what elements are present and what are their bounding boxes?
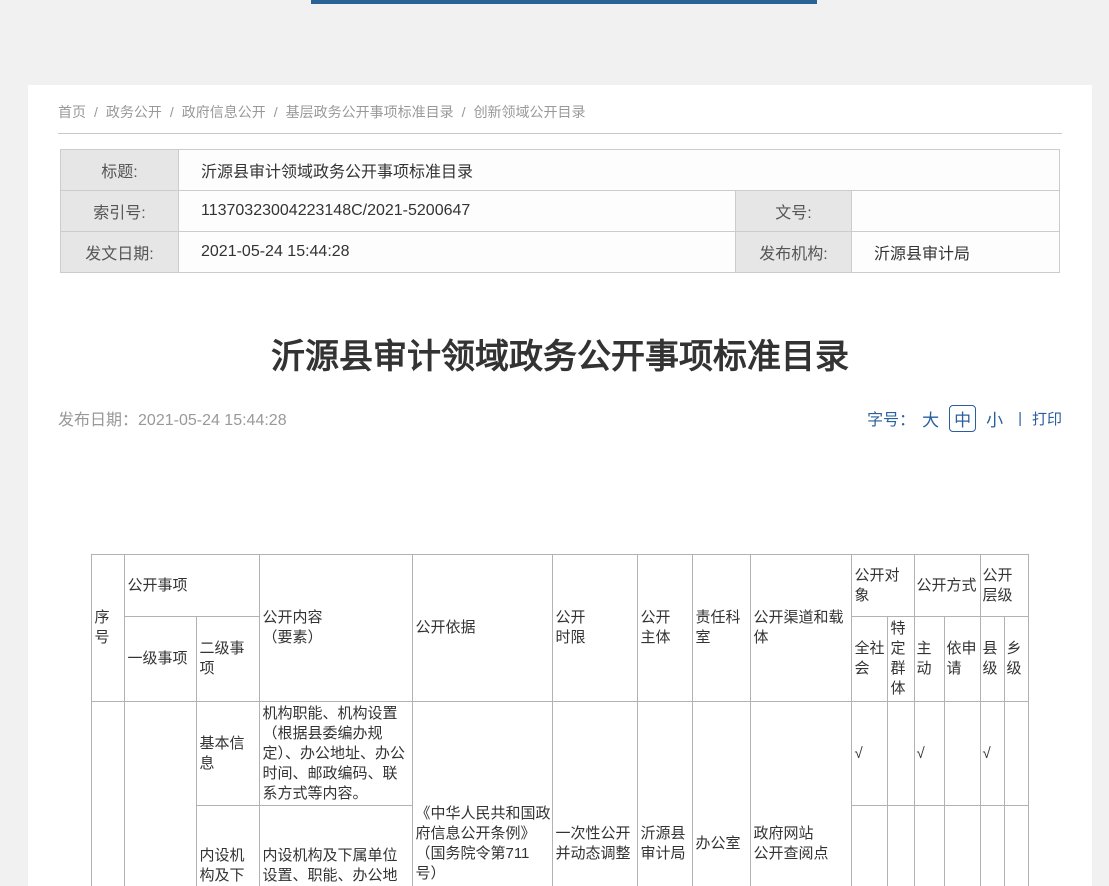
publish-date-value: 2021-05-24 15:44:28 [138, 412, 287, 429]
header-cell-qudao: 公开渠道和载 体 [751, 555, 852, 702]
cell-check-zhudong-row1: √ [914, 702, 944, 806]
header-cell-shixian: 公开 时限 [553, 555, 638, 702]
header-cell-xiangji: 乡 级 [1004, 617, 1028, 702]
breadcrumb: 首页 / 政务公开 / 政府信息公开 / 基层政务公开事项标准目录 / 创新领域公开目录 [58, 85, 1062, 134]
cell-neirong-row2: 内设机构及下属单位设置、职能、办公地址、办公时间、联系方式、负责人姓名等信息。 [260, 806, 413, 886]
font-size-medium-button[interactable]: 中 [949, 405, 976, 432]
publish-date-label: 发布日期： [58, 412, 138, 429]
cell-check-teding-row1 [888, 702, 914, 806]
header-cell-cengji: 公开 层级 [980, 555, 1028, 617]
cell-erji-row1: 基本信息 [197, 702, 260, 806]
meta-index-value: 11370323004223148C/2021-5200647 [179, 191, 736, 232]
header-cell-duixiang: 公开对 象 [852, 555, 914, 617]
header-cell-gongkai-shixiang: 公开事项 [125, 555, 260, 617]
meta-title-value: 沂源县审计领域政务公开事项标准目录 [179, 150, 1060, 191]
breadcrumb-separator: / [274, 104, 278, 120]
breadcrumb-separator: / [94, 104, 98, 120]
meta-org-label: 发布机构: [736, 232, 852, 273]
cell-zhuti: 沂源县审计局 [638, 702, 693, 886]
cell-check-teding-row2 [888, 806, 914, 886]
header-cell-neirong: 公开内容 （要素） [260, 555, 413, 702]
font-size-label: 字号： [867, 406, 915, 430]
meta-doc-no-value [852, 191, 1060, 232]
publish-date: 发布日期：2021-05-24 15:44:28 [58, 406, 287, 430]
cell-check-quanshehui-row1: √ [852, 702, 888, 806]
breadcrumb-xinxi-gongkai[interactable]: 政府信息公开 [182, 104, 266, 120]
article-toolbar: 发布日期：2021-05-24 15:44:28 字号： 大 中 小 | 打印 [58, 405, 1062, 431]
cell-xuhao [92, 702, 125, 886]
font-size-small-button[interactable]: 小 [986, 406, 1003, 431]
breadcrumb-jiceng-mulu[interactable]: 基层政务公开事项标准目录 [286, 104, 454, 120]
header-cell-zhudong: 主 动 [914, 617, 944, 702]
document-meta-table: 标题: 沂源县审计领域政务公开事项标准目录 索引号: 1137032300422… [60, 149, 1060, 273]
header-cell-yishenqing: 依申 请 [944, 617, 980, 702]
cell-erji-row2: 内设机构及下属事业单位信息 [197, 806, 260, 886]
header-cell-keshi: 责任科 室 [693, 555, 751, 702]
cell-keshi: 办公室 [693, 702, 751, 886]
cell-check-zhudong-row2: √ [914, 806, 944, 886]
breadcrumb-separator: / [462, 104, 466, 120]
cell-check-xiangji-row2 [1004, 806, 1028, 886]
cell-check-xiangji-row1 [1004, 702, 1028, 806]
header-cell-yiju: 公开依据 [413, 555, 553, 702]
meta-org-value: 沂源县审计局 [852, 232, 1060, 273]
header-cell-xianji: 县 级 [980, 617, 1004, 702]
header-cell-yiji: 一级事项 [125, 617, 197, 702]
cell-check-xianji-row1: √ [980, 702, 1004, 806]
header-cell-zhuti: 公开 主体 [638, 555, 693, 702]
page-title: 沂源县审计领域政务公开事项标准目录 [28, 333, 1092, 381]
breadcrumb-separator: / [170, 104, 174, 120]
header-cell-fangshi: 公开方式 [914, 555, 980, 617]
meta-index-label: 索引号: [61, 191, 179, 232]
breadcrumb-home[interactable]: 首页 [58, 104, 86, 120]
header-cell-erji: 二级事 项 [197, 617, 260, 702]
cell-neirong-row1: 机构职能、机构设置（根据县委编办规定）、办公地址、办公时间、邮政编码、联系方式等… [260, 702, 413, 806]
breadcrumb-chuangxin-mulu[interactable]: 创新领域公开目录 [474, 104, 586, 120]
header-cell-quanshehui: 全社 会 [852, 617, 888, 702]
cell-check-yishenqing-row1 [944, 702, 980, 806]
cell-yiji-shixiang [125, 702, 197, 886]
meta-date-value: 2021-05-24 15:44:28 [179, 232, 736, 273]
toolbar-divider: | [1018, 410, 1022, 427]
header-cell-xuhao: 序号 [92, 555, 125, 702]
font-size-controls: 字号： 大 中 小 | 打印 [867, 405, 1062, 432]
print-button[interactable]: 打印 [1032, 408, 1062, 429]
cell-qudao: 政府网站 公开查阅点 [751, 702, 852, 886]
meta-date-label: 发文日期: [61, 232, 179, 273]
cell-yiju: 《中华人民共和国政府信息公开条例》（国务院令第711号） [413, 702, 553, 886]
catalog-table: 序号 公开事项 公开内容 （要素） 公开依据 公开 时限 公开 主体 责任科 室… [28, 554, 1092, 886]
font-size-large-button[interactable]: 大 [922, 406, 939, 431]
header-cell-teding: 特 定 群 体 [888, 617, 914, 702]
cell-check-quanshehui-row2: √ [852, 806, 888, 886]
meta-doc-no-label: 文号: [736, 191, 852, 232]
meta-title-label: 标题: [61, 150, 179, 191]
cell-check-yishenqing-row2 [944, 806, 980, 886]
breadcrumb-zhengwu[interactable]: 政务公开 [106, 104, 162, 120]
cell-shixian: 一次性公开并动态调整 [553, 702, 638, 886]
content-panel: 首页 / 政务公开 / 政府信息公开 / 基层政务公开事项标准目录 / 创新领域公开目录 标题:… [28, 85, 1092, 886]
nav-bar-bottom-edge [311, 0, 817, 4]
cell-check-xianji-row2: √ [980, 806, 1004, 886]
